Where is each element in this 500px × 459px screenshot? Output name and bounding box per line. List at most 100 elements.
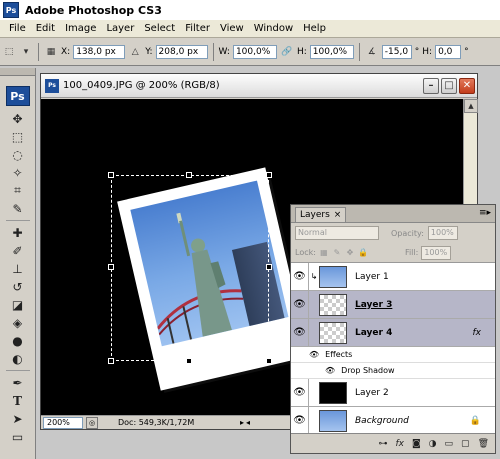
menu-help[interactable]: Help [298, 23, 331, 34]
path-selection-tool-icon[interactable]: ➤ [4, 410, 32, 427]
y-position-input[interactable]: 208,0 px [155, 44, 208, 59]
h-skew-input[interactable]: 0,0 [435, 44, 462, 59]
layer-lock-icon: 🔒 [469, 415, 481, 426]
toolbox-grip[interactable] [0, 68, 35, 76]
new-layer-icon[interactable]: ▢ [461, 439, 470, 449]
layer-thumbnail [319, 381, 347, 404]
document-titlebar[interactable]: Ps 100_0409.JPG @ 200% (RGB/8) – □ ✕ [41, 74, 477, 98]
status-menu-arrow-icon[interactable]: ▸ [240, 418, 244, 427]
marquee-tool-icon[interactable]: ⬚ [4, 128, 32, 145]
visibility-eye-icon[interactable]: 👁 [291, 406, 309, 435]
dodge-tool-icon[interactable]: ◐ [4, 350, 32, 367]
angle-input[interactable]: -15,0 [381, 44, 412, 59]
effects-visibility-eye-icon[interactable]: 👁 [309, 350, 319, 359]
eraser-tool-icon[interactable]: ◪ [4, 296, 32, 313]
w-label: W: [218, 46, 230, 57]
layer-row-layer-4[interactable]: 👁 Layer 4 fx [291, 318, 495, 347]
menu-view[interactable]: View [215, 23, 249, 34]
effects-row[interactable]: 👁 Effects [291, 347, 495, 363]
type-tool-icon[interactable]: T [4, 392, 32, 409]
visibility-eye-icon[interactable]: 👁 [291, 318, 309, 347]
status-info-icon[interactable]: ◎ [86, 416, 98, 429]
shape-tool-icon[interactable]: ▭ [4, 428, 32, 445]
lock-move-icon[interactable]: ✥ [345, 248, 355, 257]
x-position-input[interactable]: 138,0 px [73, 44, 126, 59]
separator [358, 42, 360, 61]
drop-shadow-row[interactable]: 👁 Drop Shadow [291, 363, 495, 379]
close-button[interactable]: ✕ [459, 77, 475, 94]
minimize-button[interactable]: – [423, 77, 439, 94]
layer-effects-fx-icon[interactable]: fx [473, 328, 482, 338]
move-tool-icon[interactable]: ✥ [4, 110, 32, 127]
angle-icon: ∡ [367, 46, 376, 57]
tab-close-icon[interactable]: × [334, 210, 342, 220]
transform-bounding-box[interactable] [108, 172, 272, 364]
dropdown-arrow-icon[interactable]: ▾ [19, 45, 33, 59]
add-layer-style-icon[interactable]: fx [395, 439, 404, 449]
clone-stamp-tool-icon[interactable]: ⊥ [4, 260, 32, 277]
layer-row-layer-3[interactable]: 👁 Layer 3 [291, 290, 495, 319]
drop-shadow-visibility-eye-icon[interactable]: 👁 [325, 366, 335, 375]
healing-brush-tool-icon[interactable]: ✚ [4, 224, 32, 241]
maximize-button[interactable]: □ [441, 77, 457, 94]
blend-opacity-row: Normal Opacity: 100% [291, 223, 495, 243]
transform-handle[interactable] [186, 172, 192, 178]
new-adjustment-layer-icon[interactable]: ◑ [429, 439, 437, 449]
triangle-icon[interactable]: △ [128, 45, 142, 59]
layer-row-layer-1[interactable]: 👁 ↳ Layer 1 [291, 262, 495, 291]
fill-label: Fill: [404, 248, 419, 257]
link-layers-icon[interactable]: ⊶ [378, 439, 387, 449]
delete-layer-icon[interactable]: 🗑 [478, 439, 489, 449]
layer-row-layer-2[interactable]: 👁 Layer 2 [291, 378, 495, 407]
photoshop-logo[interactable]: Ps [5, 86, 30, 106]
crop-tool-icon[interactable]: ⌗ [4, 182, 32, 199]
transform-handle[interactable] [186, 358, 192, 364]
visibility-eye-icon[interactable]: 👁 [291, 290, 309, 319]
transform-tool-icon[interactable]: ⬚ [2, 45, 16, 59]
transform-handle[interactable] [266, 264, 272, 270]
history-brush-tool-icon[interactable]: ↺ [4, 278, 32, 295]
width-input[interactable]: 100,0% [232, 44, 277, 59]
lasso-tool-icon[interactable]: ◌ [4, 146, 32, 163]
scroll-left-icon[interactable]: ◂ [246, 418, 250, 427]
pen-tool-icon[interactable]: ✒ [4, 374, 32, 391]
menu-select[interactable]: Select [139, 23, 180, 34]
new-group-icon[interactable]: ▭ [445, 439, 454, 449]
menu-image[interactable]: Image [60, 23, 101, 34]
visibility-eye-icon[interactable]: 👁 [291, 262, 309, 291]
angle-unit: ° [414, 46, 420, 57]
layer-name: Background [355, 415, 409, 426]
scroll-up-icon[interactable]: ▲ [464, 99, 478, 113]
layer-row-background[interactable]: 👁 Background 🔒 [291, 406, 495, 435]
fill-input[interactable]: 100% [421, 245, 452, 260]
magic-wand-tool-icon[interactable]: ✧ [4, 164, 32, 181]
transform-handle[interactable] [108, 264, 114, 270]
transform-handle[interactable] [108, 172, 114, 178]
transform-handle[interactable] [108, 358, 114, 364]
tab-layers[interactable]: Layers × [295, 207, 347, 222]
lock-all-icon[interactable]: 🔒 [358, 248, 368, 257]
blend-mode-select[interactable]: Normal [295, 226, 379, 240]
lock-transparency-icon[interactable]: ▦ [319, 248, 329, 257]
layer-thumbnail [319, 321, 347, 344]
zoom-level-field[interactable]: 200% [43, 416, 83, 429]
paint-bucket-tool-icon[interactable]: ◈ [4, 314, 32, 331]
blur-tool-icon[interactable]: ● [4, 332, 32, 349]
brush-tool-icon[interactable]: ✐ [4, 242, 32, 259]
opacity-input[interactable]: 100% [427, 226, 458, 240]
transform-handle[interactable] [266, 358, 272, 364]
menu-file[interactable]: File [4, 23, 31, 34]
lock-paint-icon[interactable]: ✎ [332, 248, 342, 257]
height-input[interactable]: 100,0% [309, 44, 354, 59]
add-mask-icon[interactable]: ◙ [412, 439, 421, 449]
menu-edit[interactable]: Edit [31, 23, 60, 34]
menu-window[interactable]: Window [249, 23, 298, 34]
panel-menu-icon[interactable]: ≡▸ [479, 208, 491, 218]
menu-layer[interactable]: Layer [101, 23, 139, 34]
visibility-eye-icon[interactable]: 👁 [291, 378, 309, 407]
reference-point-icon[interactable]: ▦ [44, 45, 58, 59]
transform-handle[interactable] [266, 172, 272, 178]
menu-filter[interactable]: Filter [180, 23, 215, 34]
eyedropper-tool-icon[interactable]: ✎ [4, 200, 32, 217]
link-icon[interactable]: 🔗 [280, 45, 294, 59]
